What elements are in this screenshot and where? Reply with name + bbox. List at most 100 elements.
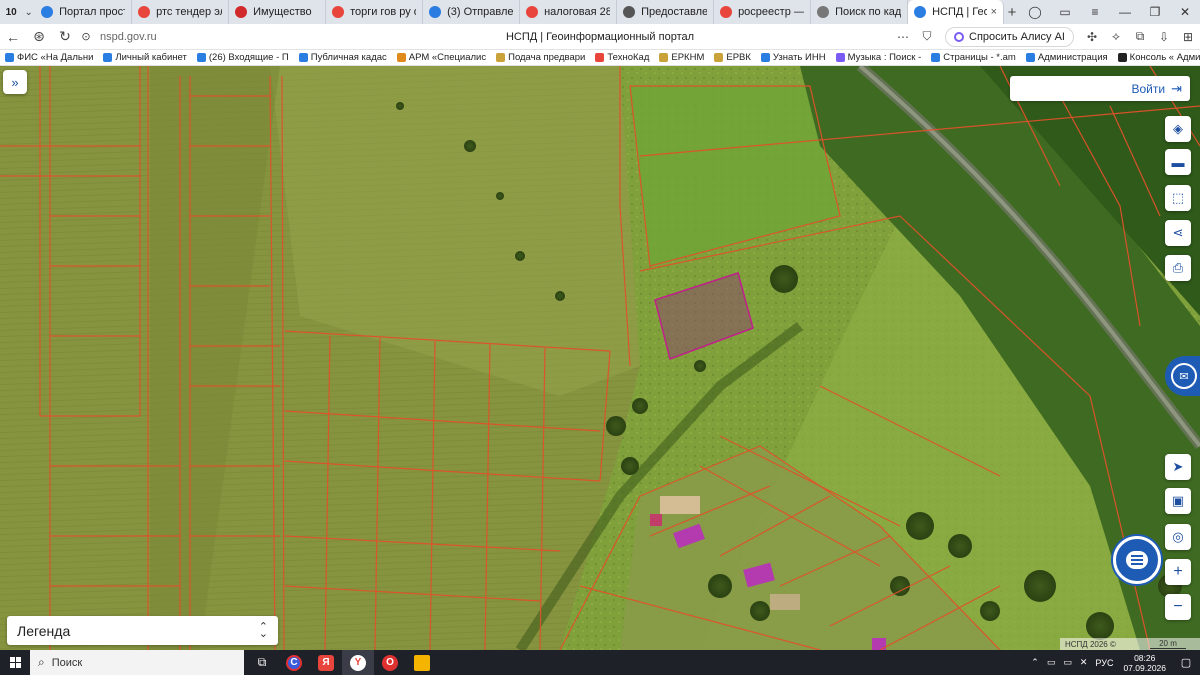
bookmark-favicon-icon — [396, 53, 406, 62]
bookmark-favicon-icon — [1025, 53, 1035, 62]
alice-label: Спросить Алису AI — [969, 30, 1065, 43]
bookmark-item[interactable]: Личный кабинет — [98, 52, 191, 63]
taskbar-search[interactable]: ⌕ Поиск — [30, 650, 244, 675]
menu-icon[interactable]: ≡ — [1080, 5, 1110, 19]
tab-0[interactable]: Портал пространс — [35, 0, 133, 24]
new-tab-button[interactable]: + — [1004, 4, 1020, 21]
bookmark-item[interactable]: Консоль « Админ — [1113, 52, 1200, 63]
url-field[interactable]: nspd.gov.ru — [100, 31, 430, 43]
bookmarks-icon[interactable]: ▭ — [1050, 5, 1080, 19]
collections-icon[interactable]: ⧉ — [1128, 29, 1152, 44]
extension-puzzle-icon[interactable]: ✣ — [1080, 30, 1104, 44]
file-explorer-icon[interactable] — [406, 650, 438, 675]
basemap-icon[interactable]: ▣ — [1165, 488, 1191, 514]
map-attribution: НСПД 2026 © 20 m — [1060, 638, 1200, 650]
clock[interactable]: 08:26 07.09.2026 — [1117, 653, 1172, 673]
legend-label: Легенда — [17, 622, 71, 639]
grid-icon[interactable]: ⊞ — [1176, 30, 1200, 44]
zoom-out-button[interactable]: − — [1165, 594, 1191, 620]
tab-list-chevron-icon[interactable]: ⌄ — [22, 0, 35, 24]
language-indicator[interactable]: РУС — [1091, 658, 1117, 668]
tab-7[interactable]: росреестр — Янде — [714, 0, 812, 24]
close-window-icon[interactable]: ✕ — [1170, 5, 1200, 19]
bookmark-item[interactable]: (26) Входящие - П — [192, 52, 294, 63]
volume-icon[interactable]: ✕ — [1076, 657, 1092, 668]
bookmark-item[interactable]: Музыка : Поиск - — [831, 52, 927, 63]
geolocation-icon[interactable]: ◎ — [1165, 524, 1191, 550]
share-icon[interactable]: ⋖ — [1165, 220, 1191, 246]
bookmark-icon[interactable]: ⛉ — [915, 29, 939, 44]
ruler-icon[interactable]: ▬ — [1165, 149, 1191, 175]
bookmark-label: (26) Входящие - П — [208, 52, 289, 63]
login-button[interactable]: Войти ⇥ — [1010, 76, 1190, 101]
profile-icon[interactable]: ◯ — [1020, 5, 1050, 19]
bookmark-item[interactable]: ФИС «На Дальни — [0, 52, 98, 63]
alice-icon — [954, 31, 965, 42]
support-side-button[interactable]: ✉ — [1165, 356, 1200, 396]
select-area-icon[interactable]: ⬚ — [1165, 185, 1191, 211]
app-icon-circle[interactable]: С — [278, 650, 310, 675]
bookmark-item[interactable]: ЕРВК — [709, 52, 756, 63]
yandex-app-icon[interactable]: Я — [310, 650, 342, 675]
globe-icon — [41, 6, 54, 18]
tab-6[interactable]: Предоставление с — [617, 0, 715, 24]
start-button[interactable] — [0, 650, 30, 675]
reload-icon[interactable]: ↻ — [52, 24, 78, 50]
alice-button[interactable]: Спросить Алису AI — [945, 26, 1074, 47]
tab-count-button[interactable]: 10 — [0, 0, 22, 24]
chat-icon — [1126, 551, 1148, 569]
downloads-icon[interactable]: ⇩ — [1152, 30, 1176, 44]
tab-2[interactable]: Имущество — [229, 0, 327, 24]
layers-icon[interactable]: ◈ — [1165, 116, 1191, 142]
rts-icon — [235, 6, 248, 18]
bookmark-favicon-icon — [1117, 53, 1127, 62]
bookmark-item[interactable]: Администрация — [1021, 52, 1113, 63]
tray-chevron-icon[interactable]: ⌃ — [1027, 657, 1043, 668]
task-view-icon[interactable]: ⧉ — [246, 650, 278, 675]
bookmark-label: ЕРКНМ — [671, 52, 705, 63]
tab-9[interactable]: НСПД | Геоинф × — [908, 0, 1005, 24]
bookmark-favicon-icon — [714, 53, 724, 62]
battery-icon[interactable]: ▭ — [1059, 657, 1076, 668]
translate-icon[interactable]: ⟡ — [1104, 29, 1128, 44]
locate-icon[interactable]: ➤ — [1165, 454, 1191, 480]
bookmark-item[interactable]: Узнать ИНН — [756, 52, 831, 63]
tab-5[interactable]: налоговая 28 офи — [520, 0, 618, 24]
map-view[interactable]: » Войти ⇥ ◈ ▬ ⬚ ⋖ ⎙ ✉ ➤ ▣ ◎ + − Легенда … — [0, 66, 1200, 650]
tab-8[interactable]: Поиск по кадастр — [811, 0, 909, 24]
restore-icon[interactable]: ❐ — [1140, 5, 1170, 19]
print-icon[interactable]: ⎙ — [1165, 255, 1191, 281]
network-icon[interactable]: ▭ — [1043, 657, 1060, 668]
support-icon: ✉ — [1171, 363, 1197, 389]
notifications-icon[interactable]: ▢ — [1172, 656, 1200, 669]
bookmark-favicon-icon — [5, 53, 14, 62]
legend-dropdown[interactable]: Легенда ⌃ ⌄ — [7, 616, 278, 645]
expand-panel-button[interactable]: » — [3, 70, 27, 94]
bookmark-item[interactable]: Страницы - *.am — [926, 52, 1021, 63]
bookmark-item[interactable]: ЕРКНМ — [654, 52, 709, 63]
more-icon[interactable]: ⋯ — [891, 30, 915, 44]
bookmark-label: ЕРВК — [726, 52, 751, 63]
minimize-icon[interactable]: — — [1110, 5, 1140, 19]
opera-icon[interactable]: O — [374, 650, 406, 675]
site-info-icon[interactable]: ⊙ — [78, 24, 94, 50]
close-tab-icon[interactable]: × — [991, 6, 997, 18]
tab-4[interactable]: (3) Отправленные — [423, 0, 521, 24]
bookmark-item[interactable]: Подача предвари — [491, 52, 590, 63]
tab-label: Портал пространс — [59, 6, 125, 18]
windows-taskbar: ⌕ Поиск ⧉ С Я Y O ⌃ ▭ ▭ ✕ РУС 08:26 07.09… — [0, 650, 1200, 675]
tab-3[interactable]: торги гов ру офиц — [326, 0, 424, 24]
bookmark-item[interactable]: ТехноКад — [590, 52, 654, 63]
zoom-in-button[interactable]: + — [1165, 559, 1191, 585]
bookmark-label: Публичная кадас — [310, 52, 387, 63]
extensions-icon[interactable]: ⊛ — [26, 24, 52, 50]
bookmark-favicon-icon — [931, 53, 941, 62]
back-icon[interactable]: ← — [0, 24, 26, 50]
tab-1[interactable]: ртс тендер электр — [132, 0, 230, 24]
bookmark-label: Музыка : Поиск - — [847, 52, 922, 63]
yandex-browser-icon[interactable]: Y — [342, 650, 374, 675]
bookmark-item[interactable]: АРМ «Специалис — [392, 52, 491, 63]
chat-button[interactable] — [1113, 536, 1161, 584]
satellite-map[interactable] — [0, 66, 1200, 650]
bookmark-item[interactable]: Публичная кадас — [294, 52, 392, 63]
